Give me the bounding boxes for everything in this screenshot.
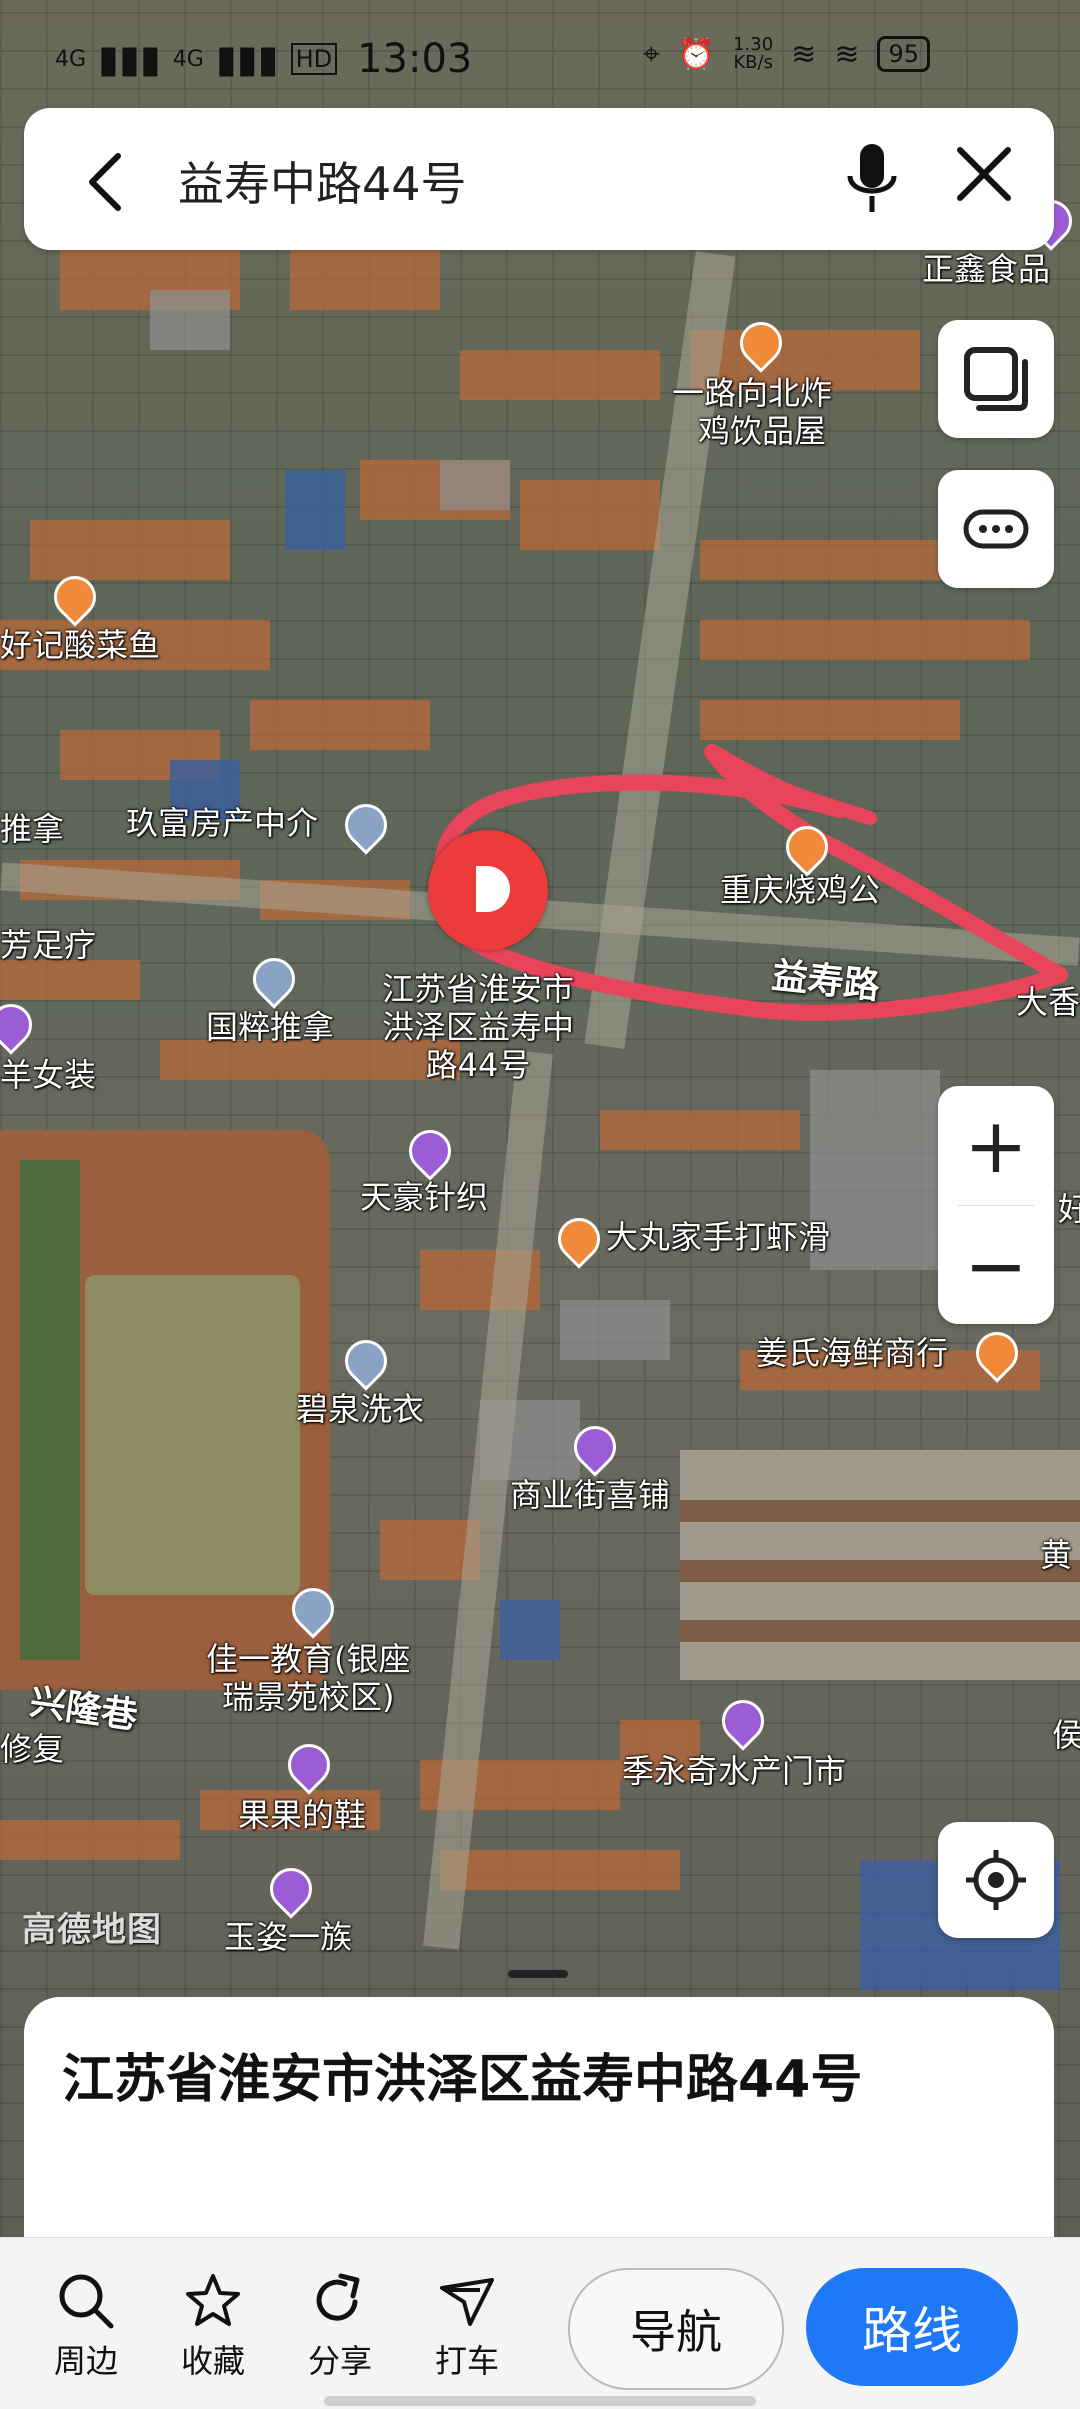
poi-zuliao[interactable]: 芳足疗 [0, 926, 96, 964]
search-query[interactable]: 益寿中路44号 [178, 148, 467, 214]
poi-chongqing[interactable]: 重庆烧鸡公 [720, 871, 880, 909]
selected-location-pin[interactable] [428, 830, 548, 950]
poi-jiayi-line2: 瑞景苑校区) [222, 1678, 395, 1716]
close-icon[interactable] [954, 144, 1014, 208]
share-label: 分享 [307, 2342, 372, 2380]
poi-yilu[interactable]: 一路向北炸 鸡饮品屋 [672, 374, 832, 450]
target-address-label: 江苏省淮安市 洪泽区益寿中 路44号 [382, 970, 574, 1084]
alarm-icon: ⏰ [677, 36, 716, 72]
poi-jiufu[interactable]: 玖富房产中介 [126, 804, 318, 842]
taxi-button[interactable]: 打车 [407, 2272, 527, 2382]
network-label-2: 4G [172, 46, 204, 72]
net-speed-unit: KB/s [733, 52, 773, 73]
status-bar: 4G ▮▮▮ 4G ▮▮▮ HD 13:03 ⌖ ⏰ 1.30 KB/s ≋ ≋… [0, 0, 1080, 110]
more-icon [963, 509, 1029, 549]
poi-zhengxin[interactable]: 正鑫食品 [922, 250, 1050, 288]
poi-tuina-left[interactable]: 推拿 [0, 810, 64, 848]
target-line3: 路44号 [425, 1046, 531, 1084]
street-yishou: 益寿路 [769, 955, 882, 1008]
battery-icon: 95 [877, 36, 930, 72]
poi-shangyejie[interactable]: 商业街喜铺 [510, 1476, 670, 1514]
amap-watermark: 高德地图 [22, 1910, 162, 1950]
nearby-label: 周边 [53, 2342, 118, 2380]
navigate-button[interactable]: 导航 [568, 2268, 784, 2390]
poi-yilu-line1: 一路向北炸 [672, 374, 833, 412]
layers-icon [964, 347, 1028, 411]
place-address: 江苏省淮安市洪泽区益寿中路44号 [62, 2050, 863, 2110]
poi-guoguo[interactable]: 果果的鞋 [238, 1796, 366, 1834]
more-button[interactable] [938, 470, 1054, 588]
wifi-icon: ≋ [834, 36, 860, 72]
target-line2: 洪泽区益寿中 [382, 1008, 575, 1046]
poi-jiyongqi[interactable]: 季永奇水产门市 [622, 1752, 846, 1790]
poi-nvzhuang[interactable]: 羊女装 [0, 1056, 96, 1094]
signal-icon: ▮▮▮ [98, 37, 161, 81]
network-label-1: 4G [55, 46, 87, 72]
search-bar[interactable]: 益寿中路44号 [24, 108, 1054, 250]
sheet-drag-handle[interactable] [508, 1970, 568, 1978]
bottom-action-bar: 周边 收藏 分享 打车 导航 路线 [0, 2237, 1080, 2409]
poi-jiayi[interactable]: 佳一教育(银座 瑞景苑校区) [206, 1640, 411, 1716]
poi-jiangshi[interactable]: 姜氏海鲜商行 [756, 1334, 948, 1372]
poi-dawan[interactable]: 大丸家手打虾滑 [606, 1218, 830, 1256]
locate-button[interactable] [938, 1822, 1054, 1938]
back-icon[interactable] [86, 152, 126, 219]
location-icon: ⌖ [642, 36, 660, 72]
home-indicator[interactable] [324, 2396, 756, 2406]
star-icon [186, 2274, 240, 2326]
poi-yilu-line2: 鸡饮品屋 [698, 412, 827, 450]
route-button[interactable]: 路线 [806, 2268, 1018, 2386]
status-time: 13:03 [357, 36, 473, 82]
poi-right-edge-4[interactable]: 侯 [1052, 1716, 1080, 1754]
taxi-icon [440, 2278, 494, 2326]
poi-right-edge-3[interactable]: 黄 [1040, 1536, 1072, 1574]
poi-right-edge-2[interactable]: 好 [1058, 1190, 1080, 1228]
share-button[interactable]: 分享 [280, 2272, 400, 2382]
poi-tianhao[interactable]: 天豪针织 [360, 1178, 488, 1216]
net-speed: 1.30 KB/s [733, 36, 773, 72]
hd-icon: HD [290, 43, 338, 75]
poi-guocui[interactable]: 国粹推拿 [206, 1008, 334, 1046]
signal-icon: ▮▮▮ [215, 37, 279, 81]
zoom-out-button[interactable]: − [938, 1206, 1054, 1324]
favorite-label: 收藏 [180, 2342, 245, 2380]
nearby-button[interactable]: 周边 [26, 2272, 146, 2382]
poi-biquan[interactable]: 碧泉洗衣 [296, 1390, 424, 1428]
zoom-in-button[interactable]: + [938, 1086, 1054, 1204]
poi-yuzi[interactable]: 玉姿一族 [224, 1918, 352, 1956]
place-sheet[interactable]: 江苏省淮安市洪泽区益寿中路44号 [24, 1997, 1054, 2237]
poi-jiayi-line1: 佳一教育(银座 [206, 1640, 411, 1678]
search-icon [59, 2274, 114, 2329]
share-icon [316, 2273, 360, 2321]
wifi-icon: ≋ [791, 36, 817, 72]
taxi-label: 打车 [434, 2342, 499, 2380]
favorite-button[interactable]: 收藏 [153, 2272, 273, 2382]
microphone-icon[interactable] [844, 140, 900, 224]
layers-button[interactable] [938, 320, 1054, 438]
poi-right-edge-1[interactable]: 大香 [1016, 983, 1080, 1021]
crosshair-icon [966, 1850, 1026, 1910]
target-line1: 江苏省淮安市 [382, 970, 575, 1008]
zoom-controls: + − [938, 1086, 1054, 1324]
poi-haoji[interactable]: 好记酸菜鱼 [0, 626, 160, 664]
poi-xiufu[interactable]: 修复 [0, 1730, 64, 1768]
